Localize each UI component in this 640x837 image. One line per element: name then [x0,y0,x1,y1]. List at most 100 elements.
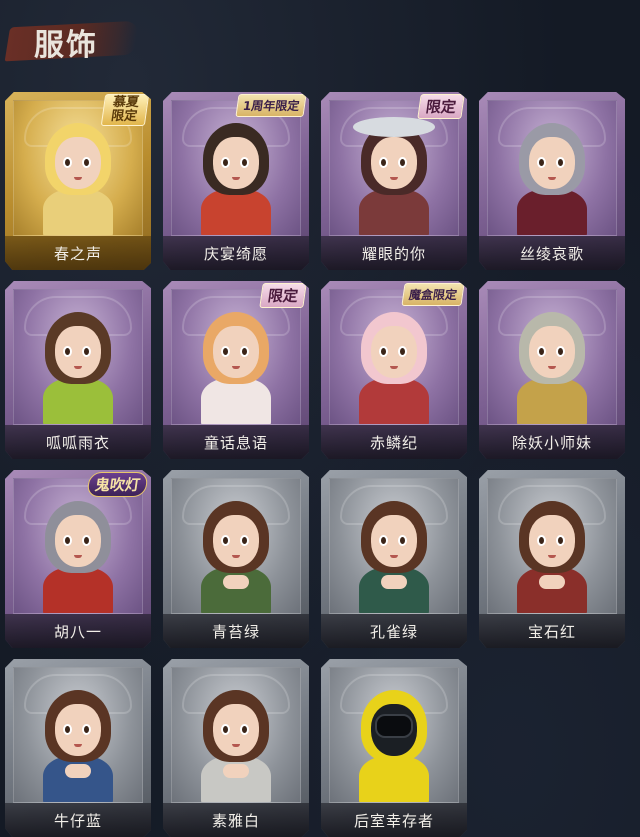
clasped-hands [381,575,407,589]
character-face [529,515,575,567]
eye-icon [379,535,388,546]
character-portrait [339,479,449,613]
costume-card[interactable]: 青苔绿 [163,470,309,648]
costume-card[interactable]: 牛仔蓝 [5,659,151,837]
costume-name: 青苔绿 [211,622,260,641]
eye-icon [556,157,565,168]
costume-card[interactable]: 鬼吹灯胡八一 [5,470,151,648]
costume-name-bar: 童话息语 [163,425,309,459]
costume-portrait-frame [487,478,617,614]
costume-portrait-frame [329,100,459,236]
character-face [55,137,101,189]
costume-portrait-frame [13,667,143,803]
character-portrait [497,101,607,235]
clasped-hands [539,575,565,589]
costume-name-bar: 青苔绿 [163,614,309,648]
costume-name: 丝绫哀歌 [519,244,584,263]
character-outfit [359,378,429,424]
costume-name-bar: 庆宴绮愿 [163,236,309,270]
character-portrait [181,479,291,613]
costume-name: 胡八一 [53,622,102,641]
costume-name: 素雅白 [211,811,260,830]
character-outfit [201,378,271,424]
eye-icon [398,346,407,357]
character-outfit [43,378,113,424]
limited-badge: 限定 [417,94,465,119]
eye-icon [240,157,249,168]
costume-name: 除妖小师妹 [511,433,592,452]
costume-name-bar: 丝绫哀歌 [479,236,625,270]
character-face [213,326,259,378]
costume-name-bar: 除妖小师妹 [479,425,625,459]
character-portrait [181,101,291,235]
costume-card[interactable]: 后室幸存者 [321,659,467,837]
eye-icon [537,346,546,357]
costume-card[interactable]: 魔盒限定 赤鳞纪 [321,281,467,459]
section-header: 服饰 [4,12,140,64]
character-face [529,326,575,378]
eye-icon [221,157,230,168]
eye-icon [63,724,72,735]
character-portrait [339,668,449,802]
clasped-hands [65,764,91,778]
costume-name-bar: 牛仔蓝 [5,803,151,837]
eye-icon [537,157,546,168]
eye-icon [379,157,388,168]
character-outfit [43,567,113,613]
costume-name-bar: 耀眼的你 [321,236,467,270]
costume-name-bar: 呱呱雨衣 [5,425,151,459]
costume-name: 童话息语 [203,433,268,452]
character-face [213,704,259,756]
costume-name: 耀眼的你 [361,244,426,263]
costume-portrait-frame [13,289,143,425]
eye-icon [379,346,388,357]
costume-name: 庆宴绮愿 [203,244,268,263]
character-portrait [339,101,449,235]
costume-card[interactable]: 呱呱雨衣 [5,281,151,459]
costume-card[interactable]: 素雅白 [163,659,309,837]
costume-name-bar: 胡八一 [5,614,151,648]
costume-name: 孔雀绿 [369,622,418,641]
costume-name: 春之声 [53,244,102,263]
costume-portrait-frame [171,478,301,614]
costume-card[interactable]: 宝石红 [479,470,625,648]
character-portrait [497,290,607,424]
eye-icon [63,346,72,357]
character-portrait [497,479,607,613]
limited-badge: 鬼吹灯 [86,472,149,497]
eye-icon [221,724,230,735]
costume-card[interactable]: 1周年限定 庆宴绮愿 [163,92,309,270]
costume-portrait-frame [487,289,617,425]
character-face [213,515,259,567]
character-face [529,137,575,189]
costume-name: 牛仔蓝 [53,811,102,830]
eye-icon [82,346,91,357]
costume-name-bar: 春之声 [5,236,151,270]
costume-card[interactable]: 除妖小师妹 [479,281,625,459]
eye-icon [221,346,230,357]
clasped-hands [223,575,249,589]
eye-icon [240,724,249,735]
costume-name-bar: 赤鳞纪 [321,425,467,459]
costume-card[interactable]: 孔雀绿 [321,470,467,648]
character-face [213,137,259,189]
character-face [55,515,101,567]
character-portrait [339,290,449,424]
character-outfit [517,189,587,235]
costume-card[interactable]: 限定耀眼的你 [321,92,467,270]
character-portrait [181,668,291,802]
costume-card[interactable]: 丝绫哀歌 [479,92,625,270]
costume-portrait-frame [329,478,459,614]
costume-portrait-frame [329,667,459,803]
character-face [55,326,101,378]
character-face [55,704,101,756]
eye-icon [240,346,249,357]
character-outfit [43,189,113,235]
eye-icon [221,535,230,546]
costume-name-bar: 素雅白 [163,803,309,837]
costume-card[interactable]: 慕夏限定 春之声 [5,92,151,270]
character-face [371,137,417,189]
character-outfit [517,378,587,424]
eye-icon [63,535,72,546]
costume-card[interactable]: 限定 童话息语 [163,281,309,459]
